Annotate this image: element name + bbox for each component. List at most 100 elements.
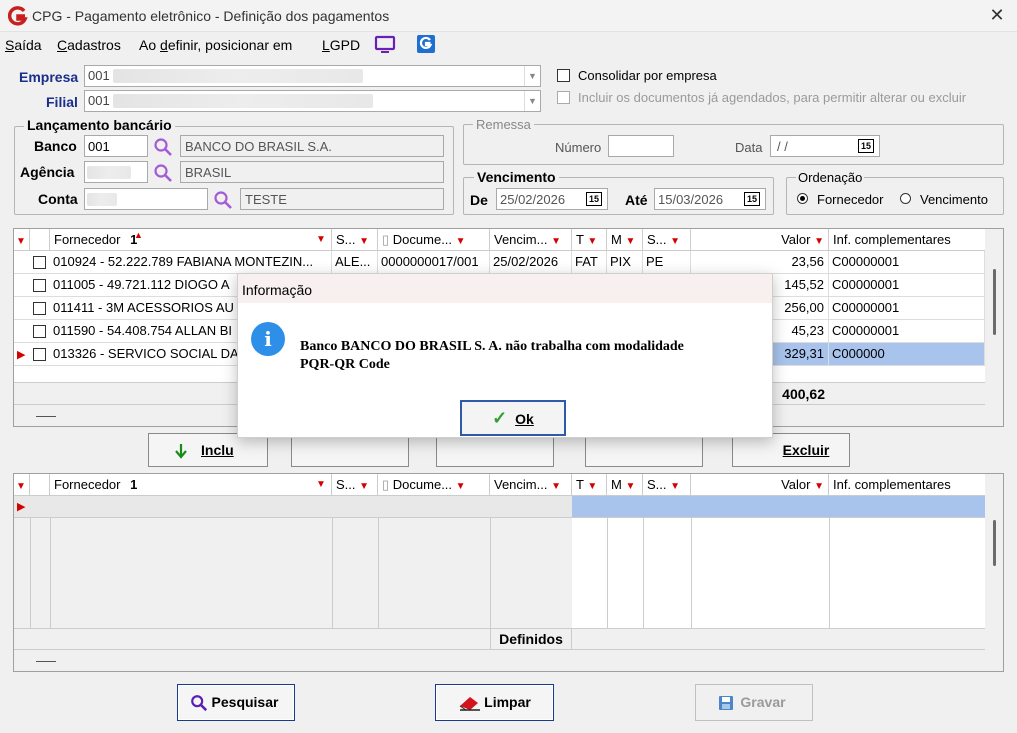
table-row-selected[interactable]: ▶ <box>14 496 985 518</box>
col-s[interactable]: S... ▼ <box>332 474 378 496</box>
cell-vencimento: 25/02/2026 <box>490 251 572 273</box>
lancamento-title: Lançamento bancário <box>24 117 175 133</box>
col-valor[interactable]: Valor ▼ <box>691 229 829 251</box>
dialog-header: Informação <box>238 274 772 303</box>
incluir-button[interactable]: Inclu <box>148 433 268 467</box>
row-checkbox[interactable] <box>33 302 46 315</box>
col-t[interactable]: T ▼ <box>572 229 607 251</box>
col-documento[interactable]: ▯ Docume... ▼ <box>378 229 490 251</box>
empresa-select[interactable]: 001 ▼ <box>84 65 541 87</box>
empresa-value: 001 <box>88 68 110 83</box>
incluir-agendados-label: Incluir os documentos já agendados, para… <box>578 90 967 105</box>
numero-input[interactable] <box>608 135 674 157</box>
limpar-button[interactable]: Limpar <box>435 684 554 721</box>
col-t[interactable]: T ▼ <box>572 474 607 496</box>
button-hidden-1[interactable] <box>291 433 409 467</box>
close-icon[interactable]: ✕ <box>984 3 1010 29</box>
banco-name-field: BANCO DO BRASIL S.A. <box>180 135 444 157</box>
grid-header: ▼ Fornecedor 1 ▲ ▼ S... ▼ ▯ Docume... ▼ Ve… <box>14 229 985 251</box>
menu-bar: Saída Cadastros Ao definir, posicionar e… <box>0 32 1017 58</box>
col-inf-label: Inf. complementares <box>833 232 951 247</box>
radio-fornecedor[interactable] <box>797 193 808 204</box>
col-vencimento[interactable]: Vencim... ▼ <box>490 474 572 496</box>
radio-vencimento[interactable] <box>900 193 911 204</box>
grid-dash <box>36 661 56 662</box>
calendar-icon[interactable]: 15 <box>858 139 874 153</box>
save-icon <box>719 696 733 710</box>
grid-dash <box>36 416 56 417</box>
excluir-button[interactable]: Excluir <box>732 433 850 467</box>
col-m[interactable]: M ▼ <box>607 229 643 251</box>
filter-icon[interactable]: ▼ <box>14 474 30 496</box>
empresa-label: Empresa <box>19 69 79 85</box>
scrollbar[interactable] <box>993 269 996 335</box>
numero-label: Número <box>555 140 602 155</box>
consolidar-checkbox[interactable] <box>557 69 570 82</box>
col-t-label: T <box>576 477 584 492</box>
monitor-icon[interactable] <box>374 35 396 55</box>
chevron-down-icon[interactable]: ▼ <box>524 66 540 86</box>
col-fornecedor[interactable]: Fornecedor 1 ▲ ▼ <box>50 229 332 251</box>
dialog-message: Banco BANCO DO BRASIL S. A. não trabalha… <box>300 338 684 374</box>
agencia-name-field: BRASIL <box>180 161 444 183</box>
calendar-icon[interactable]: 15 <box>586 192 602 206</box>
remessa-group <box>463 124 1004 165</box>
table-row[interactable]: 010924 - 52.222.789 FABIANA MONTEZIN... … <box>14 251 985 274</box>
gravar-button[interactable]: Gravar <box>695 684 813 721</box>
col-documento[interactable]: ▯ Docume... ▼ <box>378 474 490 496</box>
button-hidden-2[interactable] <box>436 433 554 467</box>
incluir-agendados-checkbox[interactable] <box>557 91 570 104</box>
calendar-icon[interactable]: 15 <box>744 192 760 206</box>
agencia-input[interactable] <box>84 161 148 183</box>
pesquisar-button[interactable]: Pesquisar <box>177 684 295 721</box>
de-date-value: 25/02/2026 <box>500 192 566 207</box>
row-checkbox[interactable] <box>33 256 46 269</box>
conta-blurred <box>87 193 117 206</box>
row-checkbox[interactable] <box>33 348 46 361</box>
ok-button[interactable]: ✓ Ok <box>460 400 566 436</box>
ok-label: Ok <box>515 411 534 427</box>
search-icon[interactable] <box>213 190 233 210</box>
filial-label: Filial <box>46 94 78 110</box>
window-title: CPG - Pagamento eletrônico - Definição d… <box>32 8 390 24</box>
col-inf[interactable]: Inf. complementares <box>829 474 985 496</box>
col-s[interactable]: S... ▼ <box>332 229 378 251</box>
row-checkbox[interactable] <box>33 279 46 292</box>
col-inf[interactable]: Inf. complementares <box>829 229 985 251</box>
col-s2[interactable]: S... ▼ <box>643 229 691 251</box>
empresa-name-blurred <box>113 69 363 83</box>
cell-inf: C00000001 <box>829 320 985 342</box>
col-m-label: M <box>611 477 622 492</box>
arrow-down-icon <box>175 444 187 459</box>
filter-icon[interactable]: ▼ <box>14 229 30 251</box>
col-s-label: S... <box>336 477 356 492</box>
col-vencimento[interactable]: Vencim... ▼ <box>490 229 572 251</box>
filial-select[interactable]: 001 ▼ <box>84 90 541 112</box>
banco-code-input[interactable]: 001 <box>84 135 148 157</box>
dialog-message-line1: Banco BANCO DO BRASIL S. A. não trabalha… <box>300 339 684 354</box>
chevron-down-icon[interactable]: ▼ <box>524 91 540 111</box>
col-s2[interactable]: S... ▼ <box>643 474 691 496</box>
menu-ao-definir[interactable]: Ao definir, posicionar em <box>139 37 292 53</box>
search-icon[interactable] <box>153 163 173 183</box>
col-fornecedor-label: Fornecedor <box>54 232 121 247</box>
menu-cadastros[interactable]: Cadastros <box>57 37 121 53</box>
col-valor-label: Valor <box>781 477 811 492</box>
de-label: De <box>470 192 488 208</box>
conta-input[interactable] <box>84 188 208 210</box>
row-checkbox[interactable] <box>33 325 46 338</box>
menu-lgpd[interactable]: LGPD <box>322 37 360 53</box>
app-shortcut-icon[interactable] <box>416 34 436 54</box>
scrollbar[interactable] <box>993 520 996 566</box>
cell-inf: C00000001 <box>829 297 985 319</box>
search-icon[interactable] <box>153 137 173 157</box>
col-valor[interactable]: Valor ▼ <box>691 474 829 496</box>
cell-s: ALE... <box>332 251 378 273</box>
col-fornecedor[interactable]: Fornecedor 1 ▼ <box>50 474 332 496</box>
dialog-title: Informação <box>242 282 313 298</box>
radio-fornecedor-label: Fornecedor <box>817 192 884 207</box>
app-logo-icon <box>8 6 28 26</box>
col-m[interactable]: M ▼ <box>607 474 643 496</box>
button-hidden-3[interactable] <box>585 433 703 467</box>
menu-saida[interactable]: Saída <box>5 37 42 53</box>
